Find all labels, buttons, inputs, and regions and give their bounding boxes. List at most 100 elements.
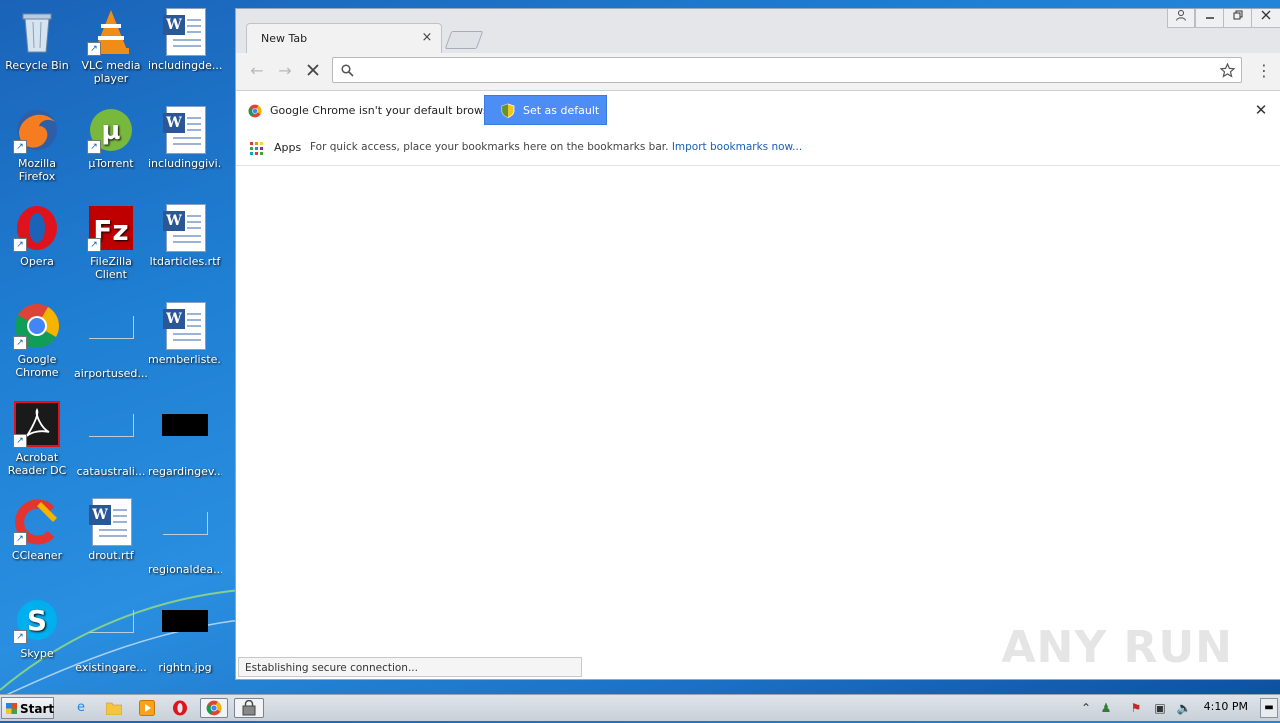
- page-content: ANY RUN Establishing secure connection..…: [236, 166, 1280, 679]
- forward-button[interactable]: →: [274, 61, 296, 81]
- desktop-icon-filezilla[interactable]: Fz ↗ FileZilla Client: [74, 204, 148, 281]
- desktop-icon-ccleaner[interactable]: ↗ CCleaner: [0, 498, 74, 562]
- opera-icon: ↗: [13, 204, 61, 252]
- desktop-icon-file[interactable]: W ltdarticles.rtf: [148, 204, 222, 268]
- tab-close-icon[interactable]: ×: [419, 30, 435, 46]
- clock[interactable]: 4:10 PM: [1204, 700, 1248, 713]
- desktop-icon-label: airportused....: [74, 367, 148, 380]
- shortcut-arrow-icon: ↗: [13, 434, 27, 448]
- ccleaner-icon: ↗: [13, 498, 61, 546]
- chrome-icon: [206, 700, 222, 716]
- address-input[interactable]: [363, 61, 1207, 81]
- start-label: Start: [20, 702, 55, 716]
- desktop-icon-file[interactable]: W includinggivi...: [148, 106, 222, 170]
- vlc-icon: ↗: [87, 8, 135, 56]
- back-button[interactable]: ←: [246, 61, 268, 81]
- tray-network[interactable]: ▣: [1152, 699, 1168, 717]
- restore-button[interactable]: [1223, 9, 1253, 28]
- omnibox[interactable]: [332, 57, 1242, 83]
- desktop-icon-label: memberliste....: [148, 353, 222, 366]
- desktop-icon-chrome[interactable]: ↗ Google Chrome: [0, 302, 74, 379]
- desktop-icon-vlc[interactable]: ↗ VLC media player: [74, 8, 148, 85]
- blank-file-icon: [87, 610, 135, 658]
- desktop-icon-file[interactable]: W includingde....: [148, 8, 222, 72]
- person-green-icon: ♟: [1100, 701, 1112, 715]
- taskbar-opera[interactable]: [169, 698, 191, 718]
- bookmarks-hint: For quick access, place your bookmarks h…: [310, 141, 802, 153]
- infobar-close-icon[interactable]: ✕: [1253, 102, 1269, 118]
- desktop-icon-file[interactable]: regionaldea...: [148, 498, 222, 576]
- tray-volume[interactable]: 🔈: [1176, 699, 1192, 717]
- image-file-icon: [161, 414, 209, 462]
- desktop-icon-file[interactable]: rightn.jpg: [148, 596, 222, 674]
- arrow-left-icon: ←: [250, 61, 264, 80]
- chrome-menu-button[interactable]: ⋮: [1255, 61, 1273, 81]
- shortcut-arrow-icon: ↗: [13, 336, 27, 350]
- desktop-icon-recycle-bin[interactable]: Recycle Bin: [0, 8, 74, 72]
- tray-action-center[interactable]: ⚑: [1128, 699, 1144, 717]
- blank-file-icon: [161, 512, 209, 560]
- desktop-icon-label: Recycle Bin: [5, 59, 69, 72]
- shortcut-arrow-icon: ↗: [87, 238, 101, 252]
- stop-button[interactable]: [302, 61, 324, 81]
- desktop-icon-firefox[interactable]: ↗ Mozilla Firefox: [0, 106, 74, 183]
- start-button[interactable]: Start: [1, 697, 54, 719]
- chrome-icon: ↗: [13, 302, 61, 350]
- utorrent-icon: µ ↗: [87, 106, 135, 154]
- monitor-icon: ▬: [1264, 702, 1274, 713]
- desktop-icon-file[interactable]: cataustrali...: [74, 400, 148, 478]
- desktop-icon-label: includinggivi...: [148, 157, 222, 170]
- default-browser-infobar: Google Chrome isn't your default browser…: [236, 90, 1280, 132]
- tray-expand-button[interactable]: ⌃: [1078, 699, 1094, 717]
- shortcut-arrow-icon: ↗: [87, 140, 101, 154]
- shortcut-arrow-icon: ↗: [13, 532, 27, 546]
- taskbar-media-player[interactable]: [136, 698, 158, 718]
- infobar-message: Google Chrome isn't your default browser…: [270, 104, 503, 117]
- speaker-icon: 🔈: [1176, 701, 1192, 715]
- bookmark-star-icon[interactable]: [1220, 63, 1235, 78]
- internet-explorer-icon: e: [77, 700, 85, 715]
- desktop-icon-file[interactable]: regardingev...: [148, 400, 222, 478]
- taskbar-internet-explorer[interactable]: e: [70, 698, 92, 718]
- blank-file-icon: [87, 414, 135, 462]
- media-player-icon: [139, 700, 155, 716]
- word-document-icon: W: [161, 302, 209, 350]
- desktop-icon-opera[interactable]: ↗ Opera: [0, 204, 74, 268]
- desktop-icon-file[interactable]: airportused....: [74, 302, 148, 380]
- desktop-icon-label: regardingev...: [148, 465, 222, 478]
- restore-icon: [1233, 10, 1243, 20]
- desktop-icon-label: includingde....: [148, 59, 222, 72]
- acrobat-icon: ↗: [13, 400, 61, 448]
- desktop-icon-file[interactable]: existingare...: [74, 596, 148, 674]
- taskbar-explorer[interactable]: [103, 698, 125, 718]
- set-as-default-button[interactable]: Set as default: [484, 95, 607, 125]
- desktop-icon-label: Mozilla Firefox: [18, 157, 56, 183]
- taskbar-app[interactable]: [234, 698, 264, 718]
- chrome-icon: [248, 104, 262, 118]
- import-bookmarks-link[interactable]: Import bookmarks now...: [672, 141, 802, 153]
- tray-network-agent[interactable]: ♟: [1098, 699, 1114, 717]
- desktop-icon-label: Skype: [20, 647, 54, 660]
- arrow-right-icon: →: [278, 61, 292, 80]
- new-tab-button[interactable]: [444, 31, 484, 49]
- blank-file-icon: [87, 316, 135, 364]
- tab-new-tab[interactable]: New Tab ×: [246, 23, 442, 54]
- desktop-icon-file[interactable]: W memberliste....: [148, 302, 222, 366]
- apps-shortcut[interactable]: Apps: [274, 141, 301, 154]
- taskbar-chrome[interactable]: [200, 698, 228, 718]
- apps-grid-icon[interactable]: [250, 142, 263, 155]
- show-desktop-button[interactable]: ▬: [1260, 698, 1278, 718]
- lock-app-icon: [242, 699, 256, 716]
- desktop-icon-skype[interactable]: S ↗ Skype: [0, 596, 74, 660]
- desktop-icon-acrobat[interactable]: ↗ Acrobat Reader DC: [0, 400, 74, 477]
- minimize-button[interactable]: [1195, 9, 1225, 28]
- filezilla-icon: Fz ↗: [87, 204, 135, 252]
- desktop-icon-file[interactable]: W drout.rtf: [74, 498, 148, 562]
- taskbar: Start e ⌃ ♟ ⚑ ▣ 🔈 4:10 PM ▬: [0, 694, 1280, 721]
- shortcut-arrow-icon: ↗: [13, 140, 27, 154]
- desktop-icon-utorrent[interactable]: µ ↗ µTorrent: [74, 106, 148, 170]
- skype-icon: S ↗: [13, 596, 61, 644]
- profile-button[interactable]: [1167, 9, 1195, 28]
- close-window-button[interactable]: [1251, 9, 1280, 28]
- stop-icon: [307, 64, 319, 76]
